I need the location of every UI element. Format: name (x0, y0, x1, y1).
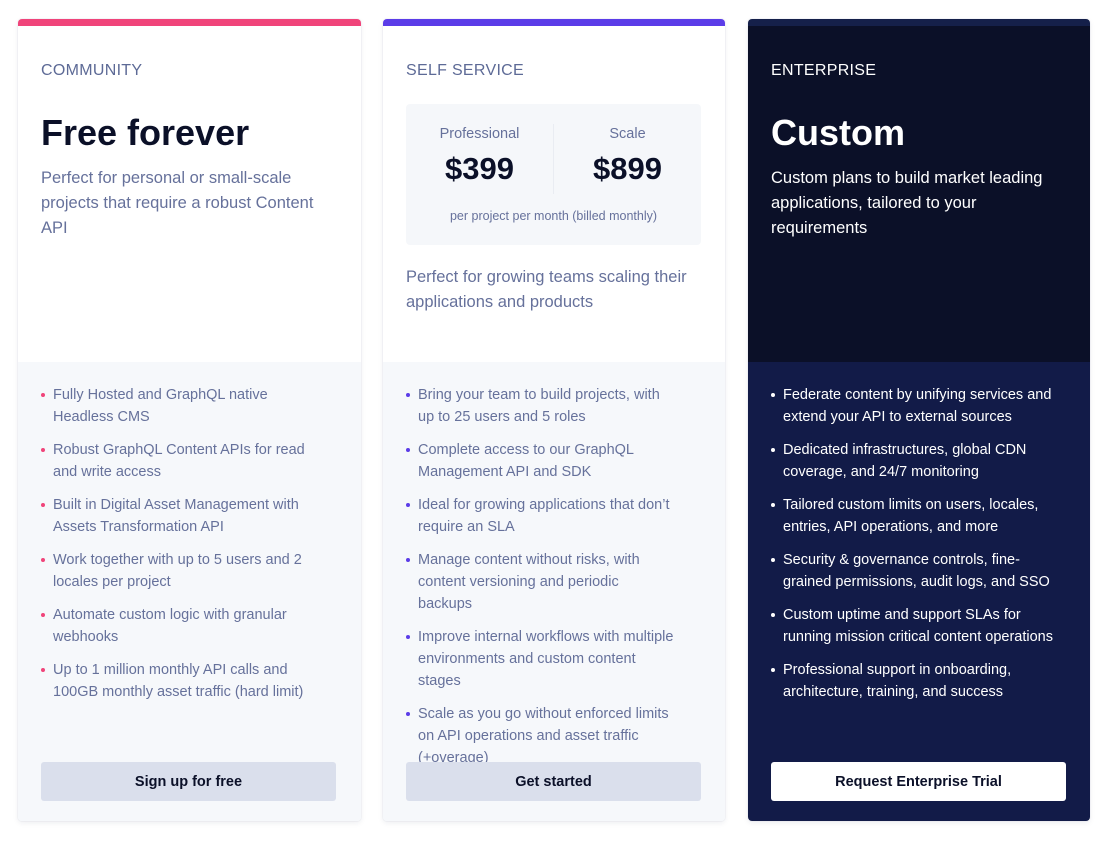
feature-text: Built in Digital Asset Management with A… (53, 497, 299, 535)
feature-text: Dedicated infrastructures, global CDN co… (783, 442, 1027, 480)
feature-text: Federate content by unifying services an… (783, 387, 1052, 425)
sign-up-free-button[interactable]: Sign up for free (41, 762, 336, 801)
feature-text: Manage content without risks, with conte… (418, 552, 640, 612)
feature-item: Scale as you go without enforced limits … (406, 703, 676, 769)
feature-text: Fully Hosted and GraphQL native Headless… (53, 387, 268, 425)
feature-text: Bring your team to build projects, with … (418, 387, 660, 425)
plan-description: Perfect for personal or small-scale proj… (41, 169, 314, 237)
feature-text: Custom uptime and support SLAs for runni… (783, 607, 1053, 645)
bullet-icon (41, 613, 45, 617)
plan-card-enterprise: ENTERPRISE Custom Custom plans to build … (748, 19, 1090, 821)
price-value: $899 (593, 151, 662, 186)
plan-header: COMMUNITY Free forever Perfect for perso… (18, 26, 361, 362)
accent-bar (383, 19, 725, 26)
feature-text: Improve internal workflows with multiple… (418, 629, 674, 689)
price-note: per project per month (billed monthly) (449, 209, 658, 223)
plan-header: SELF SERVICE Professional $399 Scale $89… (383, 26, 725, 362)
bullet-icon (41, 503, 45, 507)
accent-bar (18, 19, 361, 26)
feature-item: Dedicated infrastructures, global CDN co… (771, 439, 1056, 483)
feature-item: Professional support in onboarding, arch… (771, 659, 1056, 703)
bullet-icon (406, 558, 410, 562)
accent-bar (748, 19, 1090, 26)
bullet-icon (771, 668, 775, 672)
bullet-icon (41, 448, 45, 452)
bullet-icon (771, 503, 775, 507)
price-box: Professional $399 Scale $899 per project… (406, 104, 701, 245)
feature-item: Built in Digital Asset Management with A… (41, 494, 311, 538)
bullet-icon (771, 448, 775, 452)
feature-item: Robust GraphQL Content APIs for read and… (41, 439, 311, 483)
feature-list: Bring your team to build projects, with … (406, 384, 702, 769)
plan-tier: SELF SERVICE (406, 62, 525, 79)
price-label: Scale (609, 126, 646, 142)
feature-text: Up to 1 million monthly API calls and 10… (53, 662, 304, 700)
feature-text: Professional support in onboarding, arch… (783, 662, 1012, 700)
price-option-scale: Scale $899 (554, 125, 701, 187)
feature-list: Federate content by unifying services an… (771, 384, 1067, 703)
feature-item: Fully Hosted and GraphQL native Headless… (41, 384, 311, 428)
plan-card-self-service: SELF SERVICE Professional $399 Scale $89… (383, 19, 725, 821)
feature-item: Bring your team to build projects, with … (406, 384, 676, 428)
feature-text: Automate custom logic with granular webh… (53, 607, 287, 645)
plan-header: ENTERPRISE Custom Custom plans to build … (748, 26, 1090, 362)
plan-title: Free forever (41, 112, 250, 153)
feature-text: Scale as you go without enforced limits … (418, 706, 669, 766)
feature-item: Security & governance controls, fine-gra… (771, 549, 1056, 593)
price-option-professional: Professional $399 (406, 125, 553, 187)
feature-item: Federate content by unifying services an… (771, 384, 1056, 428)
bullet-icon (771, 393, 775, 397)
feature-item: Improve internal workflows with multiple… (406, 626, 676, 692)
bullet-icon (406, 448, 410, 452)
get-started-button[interactable]: Get started (406, 762, 701, 801)
bullet-icon (41, 558, 45, 562)
feature-item: Ideal for growing applications that don’… (406, 494, 676, 538)
request-enterprise-trial-button[interactable]: Request Enterprise Trial (771, 762, 1066, 801)
feature-item: Custom uptime and support SLAs for runni… (771, 604, 1056, 648)
bullet-icon (406, 503, 410, 507)
plan-tier: ENTERPRISE (771, 62, 877, 79)
feature-text: Complete access to our GraphQL Managemen… (418, 442, 634, 480)
price-label: Professional (439, 126, 520, 142)
plan-features: Fully Hosted and GraphQL native Headless… (18, 362, 361, 821)
bullet-icon (406, 712, 410, 716)
plan-description: Custom plans to build market leading app… (771, 169, 1043, 237)
bullet-icon (406, 635, 410, 639)
feature-text: Ideal for growing applications that don’… (418, 497, 670, 535)
feature-item: Manage content without risks, with conte… (406, 549, 676, 615)
bullet-icon (41, 668, 45, 672)
feature-text: Tailored custom limits on users, locales… (783, 497, 1039, 535)
plan-card-community: COMMUNITY Free forever Perfect for perso… (18, 19, 361, 821)
plan-title: Custom (771, 112, 905, 153)
bullet-icon (41, 393, 45, 397)
plan-features: Bring your team to build projects, with … (383, 362, 725, 821)
feature-item: Automate custom logic with granular webh… (41, 604, 311, 648)
bullet-icon (406, 393, 410, 397)
plan-tier: COMMUNITY (41, 62, 143, 79)
feature-item: Complete access to our GraphQL Managemen… (406, 439, 676, 483)
bullet-icon (771, 613, 775, 617)
feature-item: Up to 1 million monthly API calls and 10… (41, 659, 311, 703)
bullet-icon (771, 558, 775, 562)
feature-item: Work together with up to 5 users and 2 l… (41, 549, 311, 593)
feature-text: Robust GraphQL Content APIs for read and… (53, 442, 305, 480)
price-value: $399 (445, 151, 514, 186)
plan-description: Perfect for growing teams scaling their … (406, 268, 687, 311)
plan-features: Federate content by unifying services an… (748, 362, 1090, 821)
feature-item: Tailored custom limits on users, locales… (771, 494, 1056, 538)
feature-text: Work together with up to 5 users and 2 l… (53, 552, 302, 590)
feature-list: Fully Hosted and GraphQL native Headless… (41, 384, 338, 703)
feature-text: Security & governance controls, fine-gra… (783, 552, 1050, 590)
